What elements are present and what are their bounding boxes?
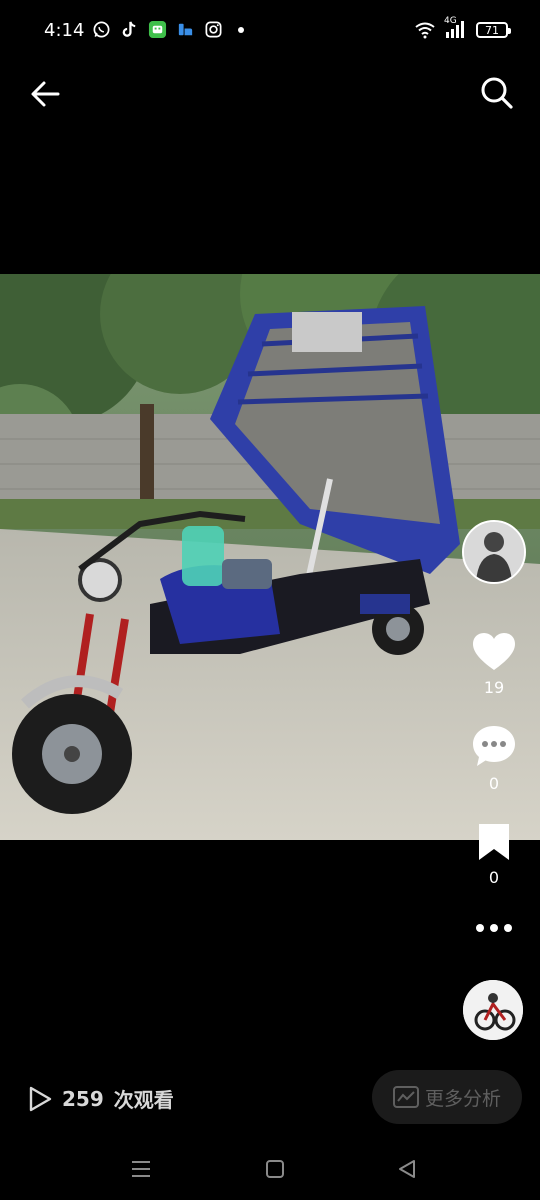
comment-bubble-icon: [473, 726, 515, 766]
comment-action[interactable]: 0: [458, 724, 530, 793]
views-number: 259: [62, 1086, 104, 1111]
search-button[interactable]: [478, 74, 516, 112]
arrow-left-icon: [31, 81, 60, 107]
heart-icon: [473, 633, 515, 670]
square-icon: [266, 1160, 284, 1178]
app-icon: [176, 20, 195, 39]
author-avatar[interactable]: [462, 520, 526, 584]
more-analysis-button[interactable]: 更多分析: [372, 1070, 522, 1124]
battery-indicator: 71: [476, 22, 511, 38]
back-button[interactable]: [28, 76, 64, 112]
tiktok-icon: [120, 20, 139, 39]
notification-dot: [238, 26, 244, 33]
more-options-button[interactable]: [472, 918, 516, 938]
more-analysis-label: 更多分析: [424, 1087, 501, 1110]
menu-lines-icon: [132, 1161, 150, 1177]
avatar-image: [464, 522, 524, 582]
status-system-icons: 4G 71: [414, 16, 511, 40]
save-count: 0: [488, 868, 500, 887]
wifi-icon: [415, 22, 435, 39]
analytics-chart-icon: [392, 1086, 419, 1108]
bookmark-icon: [479, 824, 509, 860]
system-back-button[interactable]: [392, 1154, 422, 1184]
status-app-icons: [92, 20, 244, 39]
whatsapp-icon: [92, 20, 111, 39]
sound-disc[interactable]: [463, 980, 523, 1040]
triangle-back-icon: [399, 1160, 415, 1178]
save-action[interactable]: 0: [458, 822, 530, 887]
signal-icon: 4G: [444, 16, 468, 40]
play-icon: [29, 1086, 52, 1111]
top-bar: [0, 62, 540, 124]
more-dots-icon: [476, 924, 512, 932]
comment-count: 0: [488, 774, 500, 793]
views-label: 次观看: [113, 1088, 174, 1112]
search-icon: [481, 77, 513, 109]
recent-apps-button[interactable]: [126, 1154, 156, 1184]
view-count: 259 次观看: [28, 1084, 174, 1113]
instagram-icon: [204, 20, 223, 39]
status-time: 4:14: [44, 20, 85, 41]
like-action[interactable]: 19: [458, 632, 530, 697]
wechat-icon: [148, 20, 167, 39]
sound-disc-image: [463, 980, 523, 1040]
status-bar: 4:14 4G 71: [0, 0, 540, 62]
like-count: 19: [483, 678, 505, 697]
home-button[interactable]: [260, 1154, 290, 1184]
post-footer: 259 次观看 更多分析: [0, 1068, 540, 1126]
system-nav-bar: [0, 1140, 540, 1200]
